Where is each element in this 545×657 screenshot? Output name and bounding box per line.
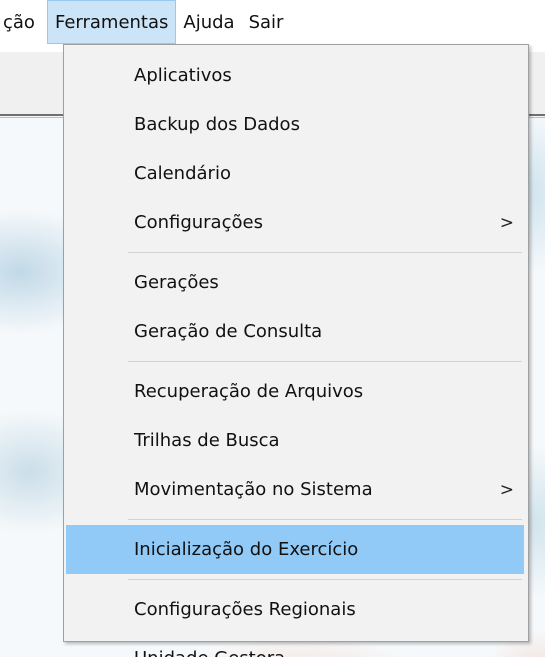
menu-separator [128,361,522,362]
menu-item-label: Recuperação de Arquivos [134,381,364,402]
submenu-arrow-icon: > [499,212,514,233]
menu-item-unidade-gestora[interactable]: Unidade Gestora [66,634,524,657]
menu-item-recuperacao-de-arquivos[interactable]: Recuperação de Arquivos [66,367,524,416]
menu-bar: ção Ferramentas Ajuda Sair [0,0,545,44]
menu-item-label: Configurações Regionais [134,599,356,620]
menubar-item-ajuda[interactable]: Ajuda [176,0,241,44]
submenu-arrow-icon: > [499,479,514,500]
menu-item-label: Aplicativos [134,65,232,86]
menu-item-label: Configurações [134,212,263,233]
menu-item-geracao-de-consulta[interactable]: Geração de Consulta [66,307,524,356]
menu-item-trilhas-de-busca[interactable]: Trilhas de Busca [66,416,524,465]
menu-item-calendario[interactable]: Calendário [66,149,524,198]
menu-item-aplicativos[interactable]: Aplicativos [66,51,524,100]
ferramentas-dropdown-menu: Aplicativos Backup dos Dados Calendário … [63,44,529,657]
menubar-item-ferramentas[interactable]: Ferramentas [46,0,177,44]
menubar-item-sair[interactable]: Sair [242,0,291,44]
menu-separator [128,579,522,580]
menu-item-configuracoes-regionais[interactable]: Configurações Regionais [66,585,524,634]
menu-separator [128,519,522,520]
menubar-item-label: Ferramentas [54,11,169,33]
menu-item-label: Gerações [134,272,219,293]
menubar-item-label: ção [3,11,35,33]
menubar-item-partial[interactable]: ção [0,0,47,44]
menu-item-label: Unidade Gestora [134,648,285,657]
menu-item-movimentacao-no-sistema[interactable]: Movimentação no Sistema > [66,465,524,514]
menu-item-label: Trilhas de Busca [134,430,280,451]
menu-item-inicializacao-do-exercicio[interactable]: Inicialização do Exercício [66,525,524,574]
menu-item-label: Geração de Consulta [134,321,323,342]
menu-item-label: Inicialização do Exercício [134,539,359,560]
menu-item-label: Calendário [134,163,231,184]
menu-item-label: Backup dos Dados [134,114,300,135]
menu-item-backup-dos-dados[interactable]: Backup dos Dados [66,100,524,149]
menubar-item-label: Ajuda [183,11,235,33]
menu-item-label: Movimentação no Sistema [134,479,373,500]
menubar-item-label: Sair [248,11,284,33]
menu-item-geracoes[interactable]: Gerações [66,258,524,307]
menu-item-configuracoes[interactable]: Configurações > [66,198,524,247]
menu-separator [128,252,522,253]
